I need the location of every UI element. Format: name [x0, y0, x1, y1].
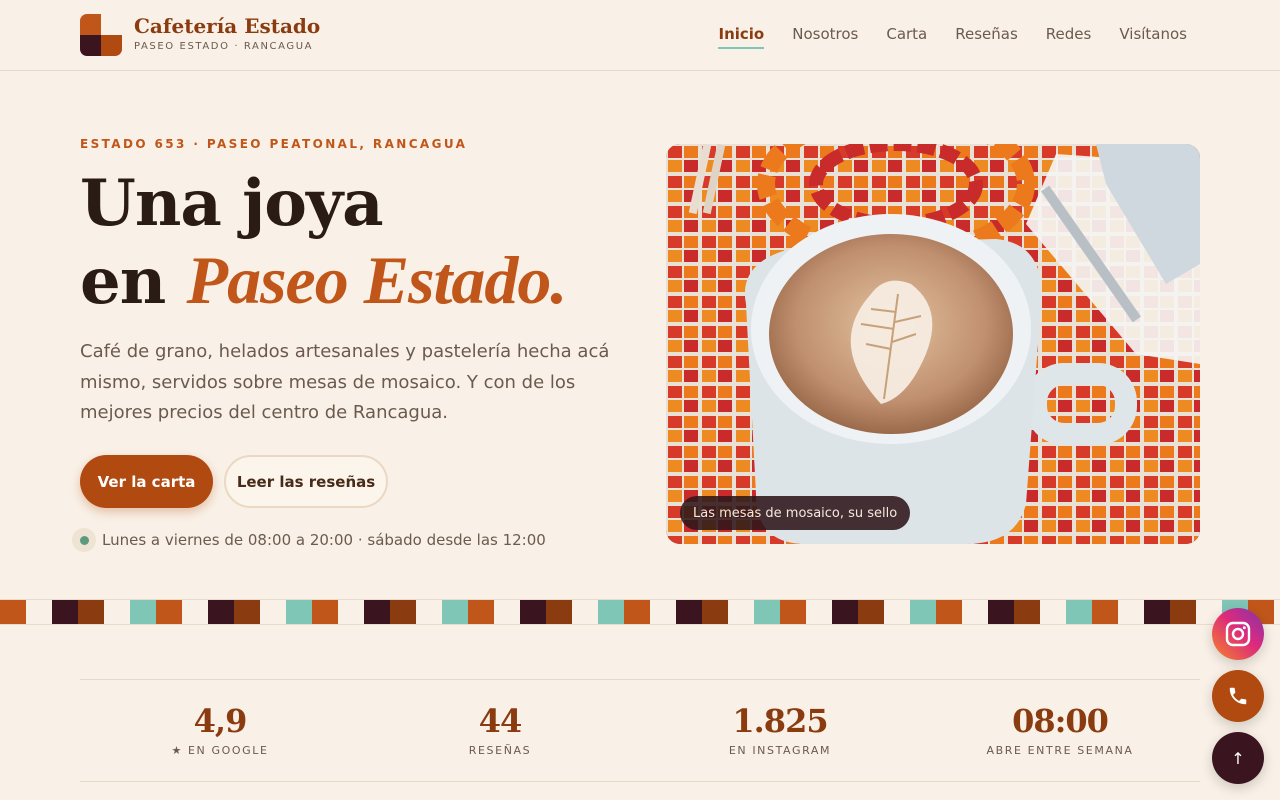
mosaic-tile [0, 600, 26, 624]
logo-tile [80, 14, 101, 35]
mosaic-divider [0, 599, 1280, 625]
opening-hours: Lunes a viernes de 08:00 a 20:00 · sábad… [72, 528, 546, 552]
nav-item-resenas[interactable]: Reseñas [955, 25, 1018, 49]
mosaic-tile [312, 600, 338, 624]
mosaic-tile [52, 600, 78, 624]
stat-instagram: 1.825 EN INSTAGRAM [640, 680, 920, 781]
stat-opening-time: 08:00 ABRE ENTRE SEMANA [920, 680, 1200, 781]
mosaic-tile [208, 600, 234, 624]
stat-reviews: 44 RESEÑAS [360, 680, 640, 781]
mosaic-tile [78, 600, 104, 624]
instagram-icon [1225, 621, 1251, 647]
mosaic-tile [832, 600, 858, 624]
nav-item-nosotros[interactable]: Nosotros [792, 25, 858, 49]
hero-lead: Café de grano, helados artesanales y pas… [80, 341, 610, 423]
mosaic-tile [624, 600, 650, 624]
mosaic-tile [364, 600, 390, 624]
nav-item-visitanos[interactable]: Visítanos [1119, 25, 1187, 49]
hero-title: Una joya en Paseo Estado. [80, 166, 568, 320]
mosaic-tile [546, 600, 572, 624]
mosaic-tile [234, 600, 260, 624]
mosaic-tile [754, 600, 780, 624]
hero-title-prefix: en [80, 244, 187, 319]
mosaic-tile [1092, 600, 1118, 624]
instagram-button[interactable] [1212, 608, 1264, 660]
stat-value: 44 [478, 702, 523, 740]
read-reviews-button[interactable]: Leer las reseñas [224, 455, 388, 508]
mosaic-tile [390, 600, 416, 624]
opening-hours-text: Lunes a viernes de 08:00 a 20:00 · sábad… [102, 531, 546, 549]
logo-tile [101, 35, 122, 56]
stat-value: 1.825 [732, 702, 828, 740]
hero-title-line1: Una joya [80, 166, 384, 241]
hero-photo [666, 144, 1200, 544]
photo-caption: Las mesas de mosaico, su sello [680, 496, 911, 530]
mosaic-tile [702, 600, 728, 624]
status-dot-icon [72, 528, 96, 552]
logo-tile [101, 14, 122, 35]
mosaic-tile [286, 600, 312, 624]
mosaic-tile [1170, 600, 1196, 624]
main-nav: Inicio Nosotros Carta Reseñas Redes Visí… [718, 25, 1187, 49]
mosaic-tile [1144, 600, 1170, 624]
mosaic-tile [910, 600, 936, 624]
nav-item-redes[interactable]: Redes [1046, 25, 1092, 49]
mosaic-tile [1066, 600, 1092, 624]
hero-eyebrow: ESTADO 653 · PASEO PEATONAL, RANCAGUA [80, 137, 468, 151]
mosaic-tile [676, 600, 702, 624]
site-header: Cafetería Estado PASEO ESTADO · RANCAGUA… [0, 0, 1280, 71]
stat-value: 08:00 [1012, 702, 1109, 740]
stat-value: 4,9 [193, 702, 248, 740]
mosaic-tile [598, 600, 624, 624]
mosaic-tile [858, 600, 884, 624]
brand-name[interactable]: Cafetería Estado [134, 14, 320, 38]
stats-bar: 4,9 ★ EN GOOGLE 44 RESEÑAS 1.825 EN INST… [80, 679, 1200, 782]
phone-icon [1229, 687, 1247, 705]
stat-google-rating: 4,9 ★ EN GOOGLE [80, 680, 360, 781]
back-to-top-button[interactable]: ↑ [1212, 732, 1264, 784]
mosaic-tile [936, 600, 962, 624]
mosaic-tile [520, 600, 546, 624]
call-button[interactable] [1212, 670, 1264, 722]
mosaic-tile [780, 600, 806, 624]
mosaic-tile [1014, 600, 1040, 624]
logo-tile [80, 35, 101, 56]
mosaic-tile [468, 600, 494, 624]
nav-item-carta[interactable]: Carta [886, 25, 927, 49]
stat-label: ABRE ENTRE SEMANA [986, 744, 1134, 757]
logo[interactable] [80, 14, 122, 56]
nav-item-inicio[interactable]: Inicio [718, 25, 764, 49]
mosaic-tile [442, 600, 468, 624]
hero-title-accent: Paseo Estado. [186, 242, 568, 318]
view-menu-button[interactable]: Ver la carta [80, 455, 213, 508]
brand-subtitle: PASEO ESTADO · RANCAGUA [134, 41, 314, 52]
stat-label: RESEÑAS [468, 744, 532, 757]
mosaic-tile [156, 600, 182, 624]
stat-label: ★ EN GOOGLE [171, 744, 269, 757]
coffee-mosaic-illustration [666, 144, 1200, 544]
mosaic-tile [130, 600, 156, 624]
stat-label: EN INSTAGRAM [728, 744, 832, 757]
mosaic-tile [988, 600, 1014, 624]
